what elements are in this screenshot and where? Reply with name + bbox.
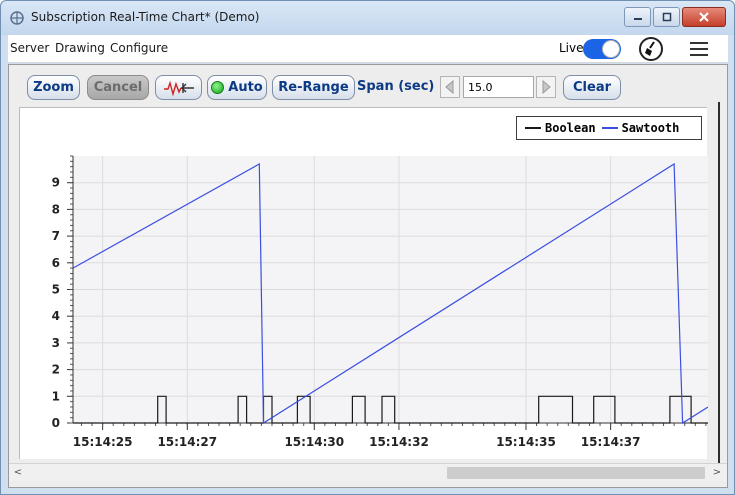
- close-button[interactable]: [682, 7, 726, 27]
- scrollbar-thumb[interactable]: [447, 467, 705, 479]
- x-tick-label: 15:14:35: [496, 435, 556, 449]
- span-decrease-button[interactable]: [440, 76, 460, 98]
- chart-legend: Boolean Sawtooth: [516, 116, 702, 140]
- line-chart: 15:14:25 15:14:27 15:14:30 15:14:32 15:14:35…: [52, 155, 709, 449]
- legend-entry-sawtooth: Sawtooth: [601, 121, 680, 135]
- y-tick-label: 6: [52, 256, 60, 270]
- y-tick-label: 1: [52, 389, 60, 403]
- x-tick-label: 15:14:37: [581, 435, 641, 449]
- rerange-button[interactable]: Re-Range: [272, 75, 355, 100]
- minimize-button[interactable]: [624, 7, 651, 27]
- legend-swatch-boolean: [525, 127, 541, 129]
- x-tick-label: 15:14:32: [369, 435, 429, 449]
- chart-area[interactable]: 15:14:25 15:14:27 15:14:30 15:14:32 15:14:35…: [19, 107, 709, 459]
- horizontal-scrollbar[interactable]: < >: [9, 463, 727, 481]
- y-tick-label: 4: [52, 309, 60, 323]
- broom-icon: [645, 41, 655, 56]
- y-tick-label: 9: [52, 176, 60, 190]
- menu-bar: Server Drawing Configure Live: [8, 35, 728, 63]
- close-icon: [699, 12, 709, 22]
- chart-right-border: [718, 102, 720, 464]
- maximize-button[interactable]: [653, 7, 680, 27]
- legend-label-sawtooth: Sawtooth: [621, 121, 680, 135]
- y-tick-label: 0: [52, 416, 60, 430]
- cancel-button[interactable]: Cancel: [87, 75, 149, 100]
- auto-status-led: [211, 81, 225, 94]
- x-tick-label: 15:14:27: [157, 435, 217, 449]
- y-tick-label: 7: [52, 229, 60, 243]
- zoom-button[interactable]: Zoom: [27, 75, 80, 100]
- x-tick-label: 15:14:25: [73, 435, 133, 449]
- minimize-icon: [633, 18, 642, 20]
- maximize-icon: [662, 12, 671, 22]
- triangle-right-icon: [542, 79, 551, 95]
- chart-toolbar: Zoom Cancel Auto Re-Range Span (sec) 15.…: [9, 65, 727, 105]
- menu-configure[interactable]: Configure: [110, 41, 168, 55]
- y-tick-label: 3: [52, 336, 60, 350]
- hamburger-menu-icon[interactable]: [689, 40, 709, 58]
- scroll-left-arrow[interactable]: <: [12, 467, 24, 479]
- broom-button[interactable]: [639, 37, 663, 61]
- x-tick-label: 15:14:30: [284, 435, 344, 449]
- live-toggle-knob: [602, 40, 620, 58]
- span-increase-button[interactable]: [536, 76, 556, 98]
- menu-drawing[interactable]: Drawing: [55, 41, 105, 55]
- legend-entry-boolean: Boolean: [525, 121, 596, 135]
- triangle-left-icon: [445, 79, 454, 95]
- live-label: Live: [559, 41, 584, 55]
- y-tick-label: 8: [52, 202, 60, 216]
- legend-swatch-sawtooth: [601, 127, 618, 129]
- legend-label-boolean: Boolean: [545, 121, 596, 135]
- auto-label: Auto: [228, 80, 263, 95]
- span-input[interactable]: [463, 76, 534, 98]
- chart-panel: Zoom Cancel Auto Re-Range Span (sec) 15.…: [8, 64, 728, 488]
- span-label: Span (sec): [357, 79, 435, 94]
- signal-reset-icon: [163, 80, 194, 96]
- auto-button[interactable]: Auto: [207, 75, 267, 100]
- title-bar[interactable]: Subscription Real-Time Chart* (Demo): [1, 1, 734, 35]
- clear-button[interactable]: Clear: [563, 75, 621, 100]
- app-icon: [10, 11, 24, 25]
- y-tick-label: 2: [52, 363, 60, 377]
- menu-server[interactable]: Server: [10, 41, 49, 55]
- scroll-right-arrow[interactable]: >: [711, 467, 723, 479]
- app-window: Subscription Real-Time Chart* (Demo) Ser…: [0, 0, 735, 495]
- y-tick-label: 5: [52, 283, 60, 297]
- signal-reset-button[interactable]: [155, 75, 202, 100]
- live-toggle[interactable]: [583, 39, 621, 59]
- window-title: Subscription Real-Time Chart* (Demo): [31, 10, 260, 24]
